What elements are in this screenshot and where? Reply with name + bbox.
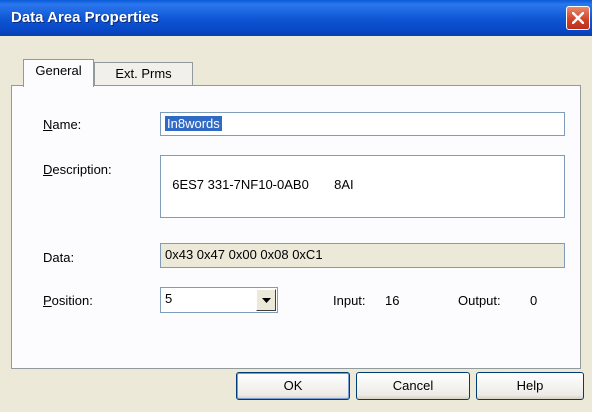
description-label-rest: escription: — [52, 162, 112, 177]
tab-ext-prms[interactable]: Ext. Prms — [94, 62, 193, 86]
input-value: 16 — [385, 293, 400, 308]
position-select[interactable]: 5 — [160, 287, 278, 313]
output-label: Output: — [458, 293, 501, 308]
position-label-rest: osition: — [51, 293, 93, 308]
cancel-button[interactable]: Cancel — [356, 372, 470, 400]
tab-ext-prms-label: Ext. Prms — [115, 66, 172, 81]
help-button[interactable]: Help — [476, 372, 584, 400]
position-dropdown-button[interactable] — [256, 289, 276, 311]
data-label: Data: — [43, 250, 75, 265]
ok-button[interactable]: OK — [236, 372, 350, 400]
output-value: 0 — [530, 293, 538, 308]
position-value: 5 — [165, 291, 173, 306]
position-label-mnemonic: P — [43, 293, 52, 308]
description-label: Description: — [43, 162, 112, 177]
position-label: Position: — [43, 293, 93, 308]
chevron-down-icon — [262, 298, 271, 303]
name-label: Name: — [43, 117, 81, 132]
description-value: 6ES7 331-7NF10-0AB0 8AI — [172, 177, 354, 192]
title-bar[interactable]: Data Area Properties — [0, 0, 592, 36]
close-icon — [572, 12, 584, 24]
data-field: 0x43 0x47 0x00 0x08 0xC1 — [160, 243, 565, 268]
data-value: 0x43 0x47 0x00 0x08 0xC1 — [165, 247, 323, 262]
tab-general[interactable]: General — [23, 59, 94, 87]
description-field[interactable]: 6ES7 331-7NF10-0AB0 8AI — [160, 155, 565, 218]
input-label: Input: — [333, 293, 366, 308]
name-label-mnemonic: N — [43, 117, 53, 132]
name-label-rest: ame: — [52, 117, 82, 132]
description-label-mnemonic: D — [43, 162, 53, 177]
window-title: Data Area Properties — [11, 9, 159, 26]
name-value: In8words — [165, 116, 222, 131]
close-button[interactable] — [566, 6, 590, 30]
tab-general-label: General — [35, 63, 82, 78]
name-field[interactable]: In8words — [160, 112, 565, 136]
